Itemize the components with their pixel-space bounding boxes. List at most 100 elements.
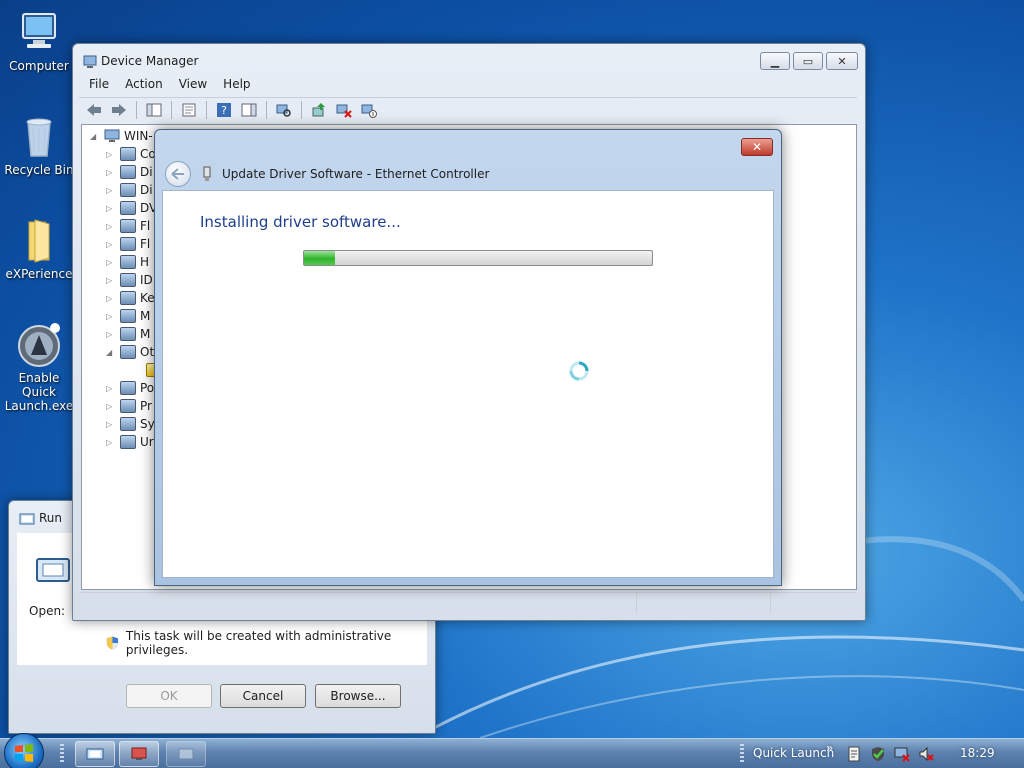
uninstall-icon[interactable]: [333, 100, 355, 120]
minimize-button[interactable]: ▁: [760, 52, 790, 70]
taskbar: Quick Launch » 18:29: [0, 733, 1024, 768]
close-button[interactable]: ✕: [741, 138, 773, 156]
tree-root-label: WIN-: [124, 129, 153, 143]
menu-action[interactable]: Action: [117, 75, 171, 97]
window-title: Device Manager: [101, 54, 199, 68]
back-icon[interactable]: [83, 100, 105, 120]
tree-row[interactable]: ▷ Di: [106, 163, 153, 181]
help-icon[interactable]: ?: [213, 100, 235, 120]
expand-arrow-icon[interactable]: ▷: [106, 258, 116, 267]
tree-row-label: M: [140, 327, 151, 341]
start-button[interactable]: [4, 733, 44, 768]
busy-spinner-icon: [569, 361, 589, 381]
action-pane-icon[interactable]: [238, 100, 260, 120]
device-category-icon: [120, 219, 136, 233]
ok-button[interactable]: OK: [126, 684, 212, 708]
tree-row-label: Fl: [140, 219, 151, 233]
tree-row[interactable]: ▷ M: [106, 307, 150, 325]
tree-row[interactable]: ▷ M: [106, 325, 150, 343]
tree-row[interactable]: ▷ Pr: [106, 397, 152, 415]
tree-row[interactable]: ▷ Ke: [106, 289, 155, 307]
taskbar-device-manager-button[interactable]: [119, 741, 159, 767]
desktop-icon-computer[interactable]: Computer: [0, 8, 78, 73]
disable-device-icon[interactable]: [358, 100, 380, 120]
menu-view[interactable]: View: [171, 75, 215, 97]
collapse-arrow-icon[interactable]: ◢: [90, 132, 100, 141]
tree-row[interactable]: ▷ DV: [106, 199, 157, 217]
tree-row[interactable]: ▷ Sy: [106, 415, 155, 433]
update-driver-dialog: ✕ Update Driver Software - Ethernet Cont…: [154, 129, 782, 586]
app-icon: [18, 323, 60, 367]
tree-row-label: M: [140, 309, 151, 323]
scan-hardware-icon[interactable]: [273, 100, 295, 120]
expand-arrow-icon[interactable]: ▷: [106, 276, 116, 285]
clock[interactable]: 18:29: [960, 746, 995, 760]
properties-icon[interactable]: [178, 100, 200, 120]
back-button[interactable]: [165, 161, 191, 187]
update-driver-icon[interactable]: [308, 100, 330, 120]
tree-row[interactable]: ▷ Ur: [106, 433, 154, 451]
dialog-title: Update Driver Software - Ethernet Contro…: [222, 167, 490, 181]
close-button[interactable]: ✕: [826, 52, 858, 70]
taskbar-update-driver-button[interactable]: [166, 741, 206, 767]
desktop-icon-enable-quick-launch[interactable]: Enable Quick Launch.exe: [0, 320, 78, 413]
tree-row[interactable]: ▷ Di: [106, 181, 153, 199]
tree-row[interactable]: ▷ H: [106, 253, 149, 271]
toolbar: ?: [79, 97, 857, 121]
tree-row[interactable]: ▷ Co: [106, 145, 156, 163]
maximize-button[interactable]: ▭: [793, 52, 823, 70]
expand-arrow-icon[interactable]: ▷: [106, 438, 116, 447]
expand-arrow-icon[interactable]: ▷: [106, 384, 116, 393]
expand-arrow-icon[interactable]: ▷: [106, 420, 116, 429]
expand-arrow-icon[interactable]: ▷: [106, 186, 116, 195]
cancel-button[interactable]: Cancel: [220, 684, 306, 708]
tree-row[interactable]: ▷ Fl: [106, 235, 150, 253]
expand-arrow-icon[interactable]: ▷: [106, 312, 116, 321]
browse-button[interactable]: Browse...: [315, 684, 401, 708]
run-large-icon: [36, 558, 70, 582]
device-manager-icon: [83, 55, 97, 68]
open-label: Open:: [29, 604, 66, 618]
forward-icon[interactable]: [108, 100, 130, 120]
installing-heading: Installing driver software...: [200, 213, 401, 231]
computer-node-icon: [104, 129, 120, 142]
quick-launch-label[interactable]: Quick Launch: [753, 746, 834, 760]
show-hide-console-tree-icon[interactable]: [143, 100, 165, 120]
menu-help[interactable]: Help: [215, 75, 258, 97]
expand-arrow-icon[interactable]: ▷: [106, 168, 116, 177]
security-tray-icon[interactable]: [870, 746, 886, 762]
expand-arrow-icon[interactable]: ▷: [106, 204, 116, 213]
device-category-icon: [120, 291, 136, 305]
device-category-icon: [120, 345, 136, 359]
window-icon: [178, 748, 194, 760]
taskbar-run-button[interactable]: [75, 741, 115, 767]
volume-tray-icon[interactable]: [918, 746, 934, 762]
tree-row[interactable]: ▷ Po: [106, 379, 154, 397]
desktop-icon-experience[interactable]: eXPerience: [0, 216, 78, 281]
tree-row[interactable]: ▷ Fl: [106, 217, 150, 235]
expand-arrow-icon[interactable]: ▷: [106, 330, 116, 339]
desktop-icon-label: eXPerience: [5, 267, 73, 281]
expand-arrow-icon[interactable]: ▷: [106, 240, 116, 249]
device-category-icon: [120, 435, 136, 449]
tree-row[interactable]: ◢ Ot: [106, 343, 154, 361]
expand-arrow-icon[interactable]: ▷: [106, 150, 116, 159]
desktop-icon-label: Enable Quick Launch.exe: [4, 371, 74, 413]
run-icon: [86, 748, 104, 760]
quick-launch-chevron[interactable]: »: [826, 741, 833, 755]
menu-file[interactable]: File: [81, 75, 117, 97]
expand-arrow-icon[interactable]: ▷: [106, 402, 116, 411]
uac-shield-icon: [106, 636, 119, 650]
network-tray-icon[interactable]: [894, 746, 910, 762]
expand-arrow-icon[interactable]: ▷: [106, 294, 116, 303]
recycle-bin-icon: [26, 118, 52, 157]
collapse-arrow-icon[interactable]: ◢: [106, 348, 116, 357]
clipboard-tray-icon[interactable]: [846, 746, 862, 762]
tree-root[interactable]: ◢ WIN-: [90, 127, 153, 145]
device-category-icon: [120, 399, 136, 413]
desktop-icon-recycle-bin[interactable]: Recycle Bin: [0, 112, 78, 177]
install-progress-bar: [303, 250, 653, 266]
tree-row[interactable]: ▷ ID: [106, 271, 153, 289]
expand-arrow-icon[interactable]: ▷: [106, 222, 116, 231]
device-category-icon: [120, 201, 136, 215]
